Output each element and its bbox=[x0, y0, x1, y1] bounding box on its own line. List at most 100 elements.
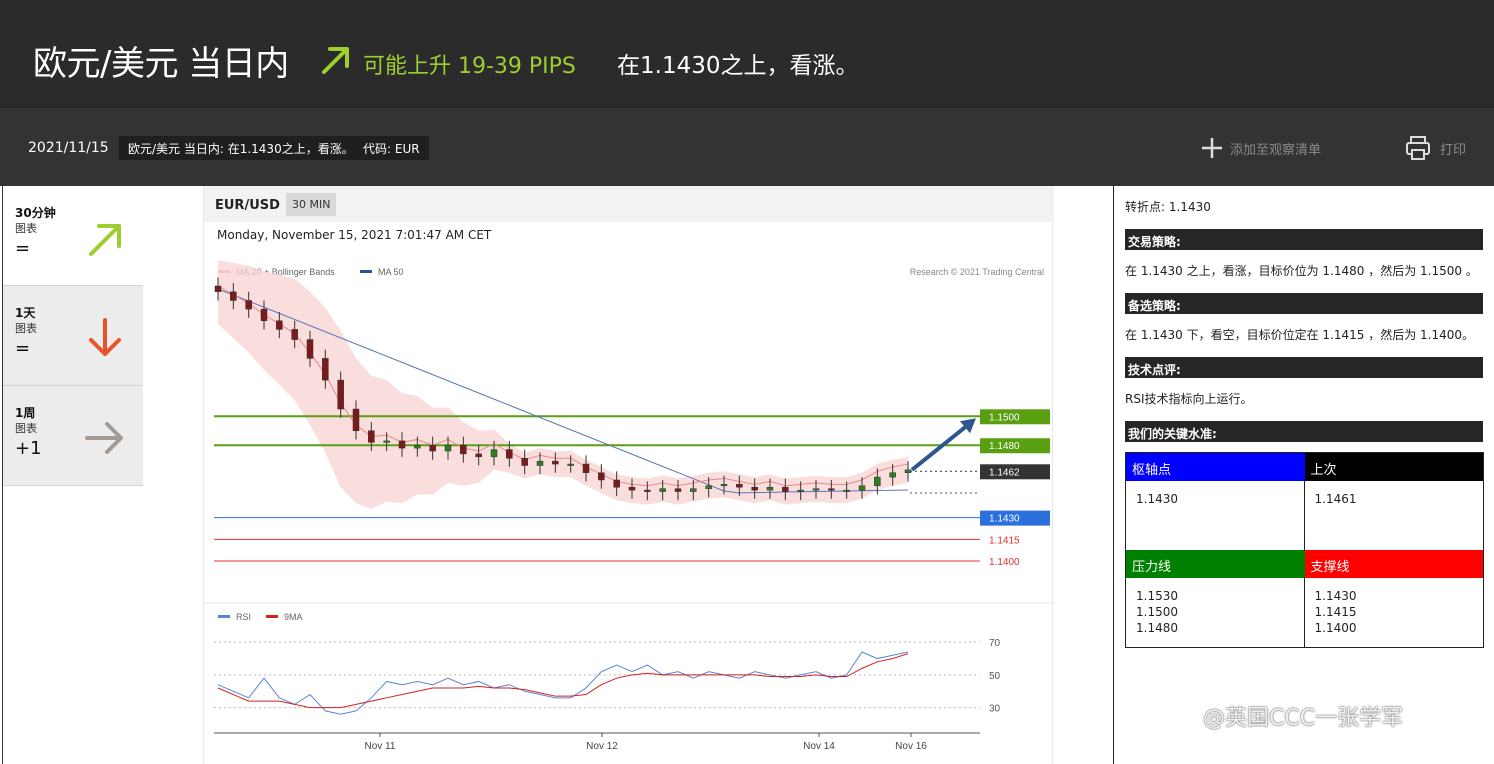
support-value: 1.1415 bbox=[1314, 605, 1357, 619]
timeframe-panel: 30分钟 图表 = 1天 图表 = 1周 图表 +1 bbox=[3, 186, 143, 488]
level-label: 1.1430 bbox=[989, 514, 1020, 525]
candle-body bbox=[291, 329, 298, 340]
header-description: 在1.1430之上，看涨。 bbox=[617, 53, 859, 79]
summary-tag: 欧元/美元 当日内: 在1.1430之上，看涨。 bbox=[119, 136, 363, 160]
price-plot: 1.1500 1.1480 1.1462 1.1430 1.1415 1.1400 bbox=[214, 259, 1050, 568]
target-pips: 可能上升 19-39 PIPS bbox=[363, 54, 576, 79]
rsi-tick-label: 50 bbox=[989, 671, 1001, 682]
page-header: 欧元/美元 当日内 可能上升 19-39 PIPS 在1.1430之上，看涨。 bbox=[0, 0, 1494, 106]
level-label: 1.1462 bbox=[989, 467, 1020, 478]
timeframe-score: = bbox=[15, 338, 31, 359]
last-head: 上次 bbox=[1304, 453, 1483, 481]
candle-body bbox=[705, 485, 712, 489]
candle-body bbox=[858, 485, 866, 491]
timeframe-name: 1天 bbox=[15, 306, 36, 320]
candle-body bbox=[797, 489, 804, 492]
candle-body bbox=[812, 488, 820, 491]
candle-body bbox=[628, 486, 636, 491]
candle-body bbox=[736, 484, 743, 488]
candle-body bbox=[368, 430, 375, 443]
candle-body bbox=[843, 489, 850, 492]
resistance-value: 1.1500 bbox=[1136, 605, 1178, 619]
alt-strategy-title: 备选策略: bbox=[1125, 293, 1483, 314]
candle-body bbox=[552, 460, 559, 465]
candle-body bbox=[337, 379, 344, 410]
arrow-up-right-icon bbox=[89, 224, 121, 256]
strategy-title: 交易策略: bbox=[1125, 229, 1483, 250]
timeframe-1day[interactable]: 1天 图表 = bbox=[3, 286, 143, 386]
x-tick-label: Nov 14 bbox=[803, 741, 835, 752]
candle-body bbox=[230, 291, 237, 301]
candle-body bbox=[904, 469, 912, 473]
analysis-panel: 转折点: 1.1430 交易策略: 在 1.1430 之上，看涨，目标价位为 1… bbox=[1113, 186, 1494, 764]
timeframe-sub: 图表 bbox=[15, 322, 37, 335]
key-levels-title: 我们的关键水准: bbox=[1125, 421, 1483, 442]
x-axis-ticks: Nov 11 Nov 12 Nov 14 Nov 16 bbox=[365, 733, 927, 752]
candle-body bbox=[720, 484, 728, 487]
timeframe-score: +1 bbox=[15, 438, 42, 459]
candle-body bbox=[782, 486, 789, 492]
support-value: 1.1430 bbox=[1314, 589, 1357, 603]
printer-icon bbox=[1406, 136, 1430, 160]
pivot-head: 枢轴点 bbox=[1126, 453, 1305, 481]
add-to-watchlist-button[interactable]: 添加至观察清单 bbox=[1200, 136, 1321, 160]
candle-body bbox=[613, 479, 620, 488]
candle-body bbox=[383, 440, 390, 443]
x-tick-label: Nov 12 bbox=[586, 741, 618, 752]
candle-body bbox=[766, 486, 774, 491]
report-date: 2021/11/15 bbox=[28, 140, 109, 156]
rsi-ma-line bbox=[217, 653, 909, 709]
plus-icon bbox=[1202, 138, 1222, 158]
x-tick-label: Nov 16 bbox=[895, 741, 927, 752]
candle-body bbox=[536, 460, 544, 466]
candle-body bbox=[245, 300, 252, 310]
legend-ma50-swatch bbox=[360, 270, 372, 273]
candle-body bbox=[444, 444, 452, 452]
pivot-cell: 枢轴点 1.1430 bbox=[1126, 453, 1305, 550]
legend-rsi-ma: 9MA bbox=[284, 612, 303, 622]
bollinger-band bbox=[218, 259, 908, 509]
arrow-right-icon bbox=[85, 422, 123, 454]
alt-strategy-text: 在 1.1430 下，看空，目标价位定在 1.1415 ，然后为 1.1400。 bbox=[1125, 328, 1475, 342]
candle-body bbox=[644, 489, 651, 492]
candle-body bbox=[398, 440, 406, 449]
candle-body bbox=[690, 488, 697, 492]
timeframe-30min[interactable]: 30分钟 图表 = bbox=[3, 186, 143, 286]
candle-body bbox=[214, 285, 222, 293]
candle-body bbox=[429, 444, 436, 452]
pivot-point-text: 转折点: 1.1430 bbox=[1125, 200, 1211, 214]
rsi-line bbox=[217, 651, 909, 715]
chart-copyright: Research © 2021 Trading Central bbox=[910, 267, 1044, 277]
rsi-tick-label: 70 bbox=[989, 638, 1001, 649]
candle-body bbox=[276, 320, 283, 330]
watermark-text: @英国CCC一张学军 bbox=[1203, 706, 1404, 731]
candle-body bbox=[490, 449, 498, 458]
key-levels-table: 枢轴点 1.1430 上次 1.1461 压力线 1.1530 1.1500 1… bbox=[1125, 452, 1484, 648]
watchlist-label: 添加至观察清单 bbox=[1230, 142, 1322, 158]
level-label: 1.1415 bbox=[989, 535, 1020, 546]
timeframe-sub: 图表 bbox=[15, 222, 37, 235]
candle-body bbox=[306, 339, 314, 359]
last-cell: 上次 1.1461 bbox=[1304, 453, 1483, 550]
legend-rsi-ma-swatch bbox=[266, 615, 278, 618]
print-button[interactable]: 打印 bbox=[1404, 134, 1466, 162]
info-bar: 2021/11/15 欧元/美元 当日内: 在1.1430之上，看涨。 代码: … bbox=[0, 106, 1494, 186]
timeframe-sub: 图表 bbox=[15, 422, 37, 435]
candle-body bbox=[322, 358, 329, 381]
timeframe-name: 1周 bbox=[15, 406, 36, 420]
candle-body bbox=[260, 308, 268, 321]
price-chart: EUR/USD 30 MIN Monday, November 15, 2021… bbox=[203, 186, 1054, 764]
candle-body bbox=[582, 463, 590, 473]
timeframe-1week[interactable]: 1周 图表 +1 bbox=[3, 386, 143, 486]
page-title: 欧元/美元 当日内 bbox=[33, 44, 289, 84]
resistance-values: 1.1530 1.1500 1.1480 bbox=[1126, 578, 1305, 647]
candle-body bbox=[828, 488, 835, 491]
candle-body bbox=[475, 453, 482, 458]
candle-body bbox=[674, 488, 682, 492]
level-label: 1.1500 bbox=[989, 412, 1020, 423]
candle-body bbox=[460, 444, 467, 455]
support-head: 支撑线 bbox=[1304, 550, 1483, 578]
comment-text: RSI技术指标向上运行。 bbox=[1125, 392, 1253, 406]
candle-body bbox=[889, 472, 896, 478]
level-label: 1.1480 bbox=[989, 441, 1020, 452]
